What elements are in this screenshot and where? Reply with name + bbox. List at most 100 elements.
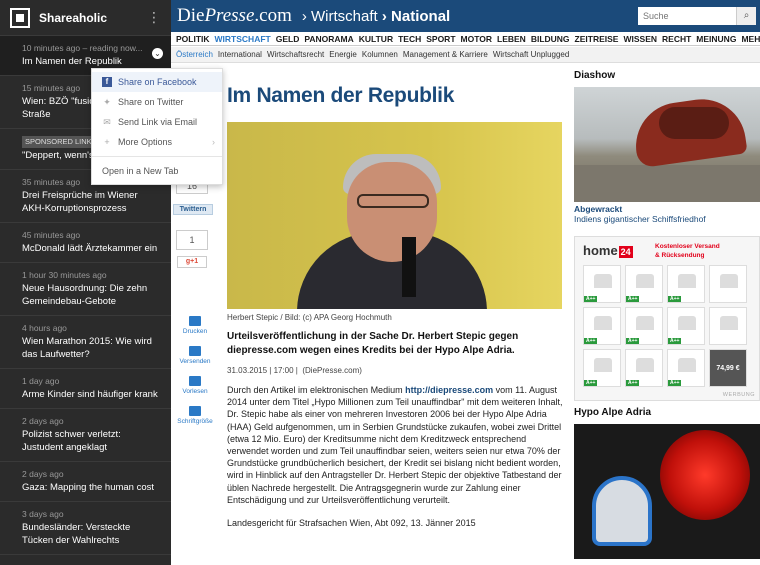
menu-item-send-email[interactable]: ✉ Send Link via Email: [92, 112, 222, 132]
subnav-international[interactable]: International: [218, 47, 262, 62]
twitter-icon: ✦: [103, 97, 111, 107]
speaker-icon: [189, 376, 201, 386]
nav-panorama[interactable]: PANORAMA: [304, 32, 353, 45]
home24-ad[interactable]: home 24 Kostenloser Versand & Rücksendung…: [574, 236, 760, 401]
item-headline: Gaza: Mapping the human cost: [22, 482, 155, 493]
more-vertical-icon[interactable]: ⋮: [147, 9, 161, 26]
nav-kultur[interactable]: KULTUR: [359, 32, 393, 45]
ad-product[interactable]: A++: [667, 349, 705, 387]
ad-product[interactable]: [709, 265, 747, 303]
list-item[interactable]: 45 minutes ago McDonald lädt Ärztekammer…: [0, 223, 171, 263]
menu-item-more-options[interactable]: + More Options ›: [92, 132, 222, 152]
nav-wirtschaft[interactable]: WIRTSCHAFT: [215, 32, 271, 45]
tweet-button[interactable]: Twittern: [173, 204, 213, 215]
sidebar-title: Shareaholic: [39, 10, 108, 25]
menu-item-share-twitter[interactable]: ✦ Share on Twitter: [92, 92, 222, 112]
nav-wissen[interactable]: WISSEN: [623, 32, 657, 45]
send-tool[interactable]: Versenden: [175, 346, 215, 365]
envelope-icon: [189, 346, 201, 356]
subnav-wirtschaftsrecht[interactable]: Wirtschaftsrecht: [267, 47, 324, 62]
logo-part: Presse: [204, 5, 255, 26]
read-aloud-tool[interactable]: Vorlesen: [175, 376, 215, 395]
list-item[interactable]: 3 days ago Bundesländer: Versteckte Tück…: [0, 502, 171, 555]
ad-logo-number: 24: [618, 246, 633, 258]
photo-shape: [357, 194, 429, 208]
breadcrumb-national[interactable]: › National: [382, 8, 450, 25]
menu-item-label: More Options: [118, 137, 173, 147]
nav-meinung[interactable]: MEINUNG: [696, 32, 736, 45]
ad-price[interactable]: 74,99 €: [709, 349, 747, 387]
font-size-icon: [189, 406, 201, 416]
item-time: 2 days ago: [22, 469, 64, 479]
list-item[interactable]: 1 hour 30 minutes ago Neue Hausordnung: …: [0, 263, 171, 316]
menu-item-label: Share on Facebook: [118, 77, 197, 87]
ad-product[interactable]: A++: [583, 307, 621, 345]
nav-bildung[interactable]: BILDUNG: [531, 32, 570, 45]
energy-badge: A++: [626, 380, 640, 386]
nav-geld[interactable]: GELD: [276, 32, 300, 45]
body-text: vom 11. August 2014 unter dem Titel „Hyp…: [227, 385, 563, 505]
search-icon[interactable]: ⌕: [736, 7, 756, 25]
ad-product[interactable]: A++: [667, 307, 705, 345]
photo-shape: [659, 107, 729, 139]
energy-badge: A++: [626, 296, 640, 302]
breadcrumb-wirtschaft[interactable]: › Wirtschaft: [302, 8, 378, 25]
print-tool[interactable]: Drucken: [175, 316, 215, 335]
nav-sport[interactable]: SPORT: [426, 32, 455, 45]
sidebar-header: Shareaholic ⋮: [0, 0, 171, 36]
item-time: 3 days ago: [22, 509, 64, 519]
energy-badge: A++: [668, 338, 682, 344]
lamp-icon: [594, 274, 612, 288]
search-input[interactable]: [638, 7, 734, 25]
search-box: ⌕: [638, 7, 756, 25]
nav-leben[interactable]: LEBEN: [497, 32, 526, 45]
nav-mehr[interactable]: MEHR »: [741, 32, 760, 45]
article-meta: 31.03.2015 | 17:00 | (DiePresse.com): [227, 366, 565, 375]
item-headline: Arme Kinder sind häufiger krank: [22, 389, 158, 400]
item-headline: McDonald lädt Ärztekammer ein: [22, 243, 158, 254]
hypo-photo[interactable]: [574, 424, 760, 559]
nav-recht[interactable]: RECHT: [662, 32, 691, 45]
ad-product[interactable]: [709, 307, 747, 345]
nav-zeitreise[interactable]: ZEITREISE: [575, 32, 619, 45]
diashow-subtitle-link[interactable]: Indiens gigantischer Schiffsfriedhof: [574, 214, 760, 224]
ad-product[interactable]: A++: [583, 349, 621, 387]
chevron-down-icon[interactable]: ⌄: [152, 48, 163, 59]
article-footer: Landesgericht für Strafsachen Wien, Abt …: [227, 518, 476, 529]
nav-politik[interactable]: POLITIK: [176, 32, 210, 45]
subnav-management[interactable]: Management & Karriere: [403, 47, 488, 62]
ad-product[interactable]: A++: [625, 307, 663, 345]
facebook-icon: f: [102, 77, 112, 87]
subnav-kolumnen[interactable]: Kolumnen: [362, 47, 398, 62]
gplus-button[interactable]: g+1: [177, 256, 207, 268]
site-logo[interactable]: DiePresse.com: [177, 5, 292, 27]
ad-logo-text: home: [583, 243, 618, 258]
subnav-unplugged[interactable]: Wirtschaft Unplugged: [493, 47, 569, 62]
ad-product[interactable]: A++: [583, 265, 621, 303]
ad-product[interactable]: A++: [625, 265, 663, 303]
font-size-tool[interactable]: Schriftgröße: [175, 406, 215, 425]
nav-tech[interactable]: TECH: [398, 32, 421, 45]
ad-product[interactable]: A++: [625, 349, 663, 387]
logo-part: .com: [254, 5, 292, 26]
site-header: DiePresse.com › Wirtschaft › National ⌕: [171, 0, 760, 32]
share-dropdown-menu: f Share on Facebook ✦ Share on Twitter ✉…: [91, 68, 223, 185]
lamp-icon: [720, 316, 738, 330]
subnav-oesterreich[interactable]: Österreich: [176, 47, 213, 62]
item-time: 1 day ago: [22, 376, 60, 386]
diepresse-link[interactable]: http://diepresse.com: [405, 385, 493, 395]
menu-item-open-new-tab[interactable]: Open in a New Tab: [92, 161, 222, 181]
menu-item-share-facebook[interactable]: f Share on Facebook: [92, 72, 222, 92]
list-item[interactable]: 4 hours ago Wien Marathon 2015: Wie wird…: [0, 316, 171, 369]
energy-badge: A++: [584, 338, 598, 344]
list-item[interactable]: 2 days ago Polizist schwer verletzt: Jus…: [0, 409, 171, 462]
ad-promo-line: & Rücksendung: [655, 252, 705, 259]
list-item[interactable]: 1 day ago Arme Kinder sind häufiger kran…: [0, 369, 171, 409]
photo-shape: [574, 165, 760, 202]
diashow-photo[interactable]: [574, 87, 760, 202]
subnav-energie[interactable]: Energie: [329, 47, 357, 62]
ad-product[interactable]: A++: [667, 265, 705, 303]
list-item[interactable]: 2 days ago Gaza: Mapping the human cost: [0, 462, 171, 502]
diashow-title-link[interactable]: Abgewrackt: [574, 204, 760, 214]
nav-motor[interactable]: MOTOR: [461, 32, 492, 45]
